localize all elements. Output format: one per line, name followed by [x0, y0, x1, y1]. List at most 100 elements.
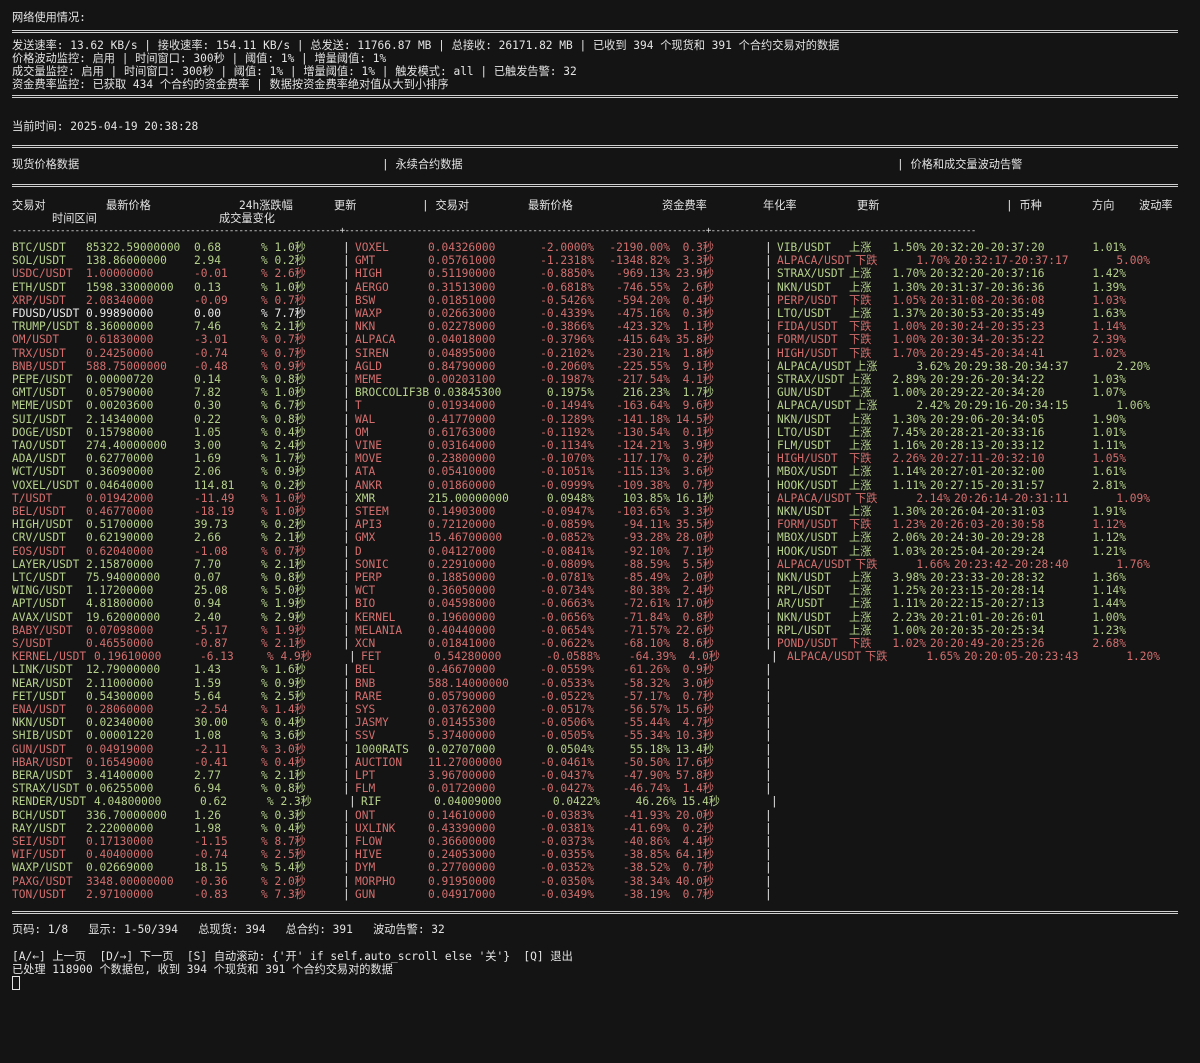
alert-window: 20:22:15-20:27:13: [930, 597, 1045, 611]
alert-volatility: 1.25%: [892, 584, 926, 598]
alert-volume-change: 1.02%: [1092, 346, 1126, 360]
empty-alert-row: [0, 809, 1200, 822]
alert-row: POND/USDT 下跌 1.02% 20:20:49-20:25:26 2.68%: [0, 637, 1200, 650]
alert-coin: NKN/USDT: [777, 280, 831, 294]
alert-volume-change: 1.36%: [1092, 571, 1126, 584]
alert-volatility: 2.26%: [892, 452, 926, 466]
alert-coin: NKN/USDT: [777, 571, 831, 584]
empty-alert-row: [0, 743, 1200, 756]
separator: [12, 30, 1178, 33]
alert-volume-change: 1.23%: [1092, 623, 1126, 637]
alert-window: 20:30:53-20:35:49: [930, 307, 1045, 320]
alert-direction: 下跌: [849, 518, 872, 532]
alert-volume-change: 1.42%: [1092, 267, 1126, 281]
alert-window: 20:20:05-20:23:43: [964, 650, 1079, 664]
alert-window: 20:20:35-20:25:34: [930, 623, 1045, 637]
alert-row: HOOK/USDT 上涨 1.03% 20:25:04-20:29:24 1.21%: [0, 545, 1200, 558]
alert-row: ALPACA/USDT 下跌 1.66% 20:23:42-20:28:40 1.76%: [0, 558, 1200, 571]
alert-coin: HIGH/USDT: [777, 346, 838, 360]
header-spot-change: 24h涨跌幅: [239, 199, 293, 212]
alert-coin: HOOK/USDT: [777, 544, 838, 558]
alert-coin: STRAX/USDT: [777, 267, 845, 281]
header-alert-direction: 方向: [1092, 199, 1115, 212]
alert-row: ALPACA/USDT 上涨 3.62% 20:29:38-20:34:37 2.20%: [0, 360, 1200, 373]
alert-direction: 下跌: [849, 452, 872, 466]
alert-volume-change: 1.39%: [1092, 280, 1126, 294]
alert-coin: HOOK/USDT: [777, 478, 838, 492]
alert-volatility: 1.30%: [892, 505, 926, 518]
alert-row: NKN/USDT 上涨 2.23% 20:21:01-20:26:01 1.00%: [0, 611, 1200, 624]
alert-window: 20:27:15-20:31:57: [930, 478, 1045, 492]
key-help[interactable]: [A/←] 上一页 [D/→] 下一页 [S] 自动滚动: {'开' if se…: [12, 950, 573, 963]
alert-direction: 上涨: [849, 373, 872, 386]
alert-direction: 下跌: [855, 557, 878, 571]
alert-volume-change: 1.12%: [1092, 518, 1126, 532]
alert-volume-change: 1.06%: [1116, 399, 1150, 413]
alert-row: ALPACA/USDT 下跌 2.14% 20:26:14-20:31:11 1.09%: [0, 492, 1200, 505]
alert-coin: AR/USDT: [777, 597, 825, 611]
processed-status: 已处理 118900 个数据包, 收到 394 个现货和 391 个合约交易对的…: [12, 963, 393, 976]
alert-coin: VIB/USDT: [777, 241, 831, 254]
alert-coin: PERP/USDT: [777, 293, 838, 307]
alert-window: 20:28:13-20:33:12: [930, 439, 1045, 452]
alert-volatility: 1.00%: [892, 320, 926, 334]
alert-volume-change: 1.12%: [1092, 531, 1126, 545]
alert-volatility: 1.14%: [892, 465, 926, 479]
alert-volatility: 7.45%: [892, 425, 926, 439]
alert-coin: ALPACA/USDT: [777, 557, 852, 571]
alert-volatility: 1.16%: [892, 439, 926, 452]
alert-direction: 上涨: [849, 597, 872, 611]
alert-volume-change: 1.20%: [1126, 650, 1160, 664]
alert-row: NKN/USDT 上涨 1.30% 20:31:37-20:36:36 1.39%: [0, 281, 1200, 294]
header-spot-pair: 交易对: [12, 199, 46, 212]
alert-window: 20:30:34-20:35:22: [930, 333, 1045, 347]
alert-direction: 上涨: [849, 465, 872, 479]
empty-alert-row: [0, 716, 1200, 729]
alert-volatility: 2.89%: [892, 373, 926, 386]
alert-volatility: 2.14%: [916, 491, 950, 505]
header-futures-price: 最新价格: [528, 199, 573, 212]
alert-row: HOOK/USDT 上涨 1.11% 20:27:15-20:31:57 2.81%: [0, 479, 1200, 492]
alert-row: FORM/USDT 下跌 1.23% 20:26:03-20:30:58 1.12%: [0, 518, 1200, 531]
separator: [12, 184, 1178, 187]
alert-coin: RPL/USDT: [777, 623, 831, 637]
alert-volatility: 1.50%: [892, 241, 926, 254]
alert-direction: 上涨: [849, 267, 872, 281]
alert-row: FLM/USDT 上涨 1.16% 20:28:13-20:33:12 1.11%: [0, 439, 1200, 452]
empty-alert-row: [0, 663, 1200, 676]
alert-coin: HIGH/USDT: [777, 452, 838, 466]
alert-window: 20:28:21-20:33:16: [930, 425, 1045, 439]
alert-volatility: 2.23%: [892, 610, 926, 624]
terminal-cursor: [12, 976, 20, 990]
alert-volume-change: 5.00%: [1116, 254, 1150, 268]
alert-volatility: 2.42%: [916, 399, 950, 413]
alert-window: 20:24:30-20:29:28: [930, 531, 1045, 545]
empty-alert-row: [0, 782, 1200, 795]
funding-monitor-status: 资金费率监控: 已获取 434 个合约的资金费率 | 数据按资金费率绝对值从大到…: [12, 78, 449, 91]
alert-row: ALPACA/USDT 下跌 1.65% 20:20:05-20:23:43 1.20%: [0, 650, 1200, 663]
alert-direction: 上涨: [849, 505, 872, 518]
alert-direction: 上涨: [849, 544, 872, 558]
header-alert-coin: | 币种: [1006, 199, 1042, 212]
alert-row: STRAX/USDT 上涨 1.70% 20:32:20-20:37:16 1.42%: [0, 267, 1200, 280]
header-futures-pair: | 交易对: [422, 199, 470, 212]
alert-direction: 上涨: [849, 241, 872, 254]
alert-coin: NKN/USDT: [777, 412, 831, 426]
alert-coin: ALPACA/USDT: [777, 254, 852, 268]
alert-volume-change: 2.39%: [1092, 333, 1126, 347]
empty-alert-row: [0, 875, 1200, 888]
alert-coin: ALPACA/USDT: [777, 399, 852, 413]
alert-row: ALPACA/USDT 下跌 1.70% 20:32:17-20:37:17 5.00%: [0, 254, 1200, 267]
alert-window: 20:26:04-20:31:03: [930, 505, 1045, 518]
empty-alert-row: [0, 769, 1200, 782]
alert-volatility: 1.70%: [916, 254, 950, 268]
header-spot-price: 最新价格: [106, 199, 151, 212]
alert-direction: 上涨: [849, 307, 872, 320]
alert-window: 20:23:15-20:28:14: [930, 584, 1045, 598]
alert-coin: ALPACA/USDT: [777, 491, 852, 505]
alert-volume-change: 1.91%: [1092, 505, 1126, 518]
empty-alert-row: [0, 703, 1200, 716]
alert-volatility: 1.05%: [892, 293, 926, 307]
alert-row: NKN/USDT 上涨 1.30% 20:29:06-20:34:05 1.90%: [0, 413, 1200, 426]
header-futures-update: 更新: [857, 199, 880, 212]
